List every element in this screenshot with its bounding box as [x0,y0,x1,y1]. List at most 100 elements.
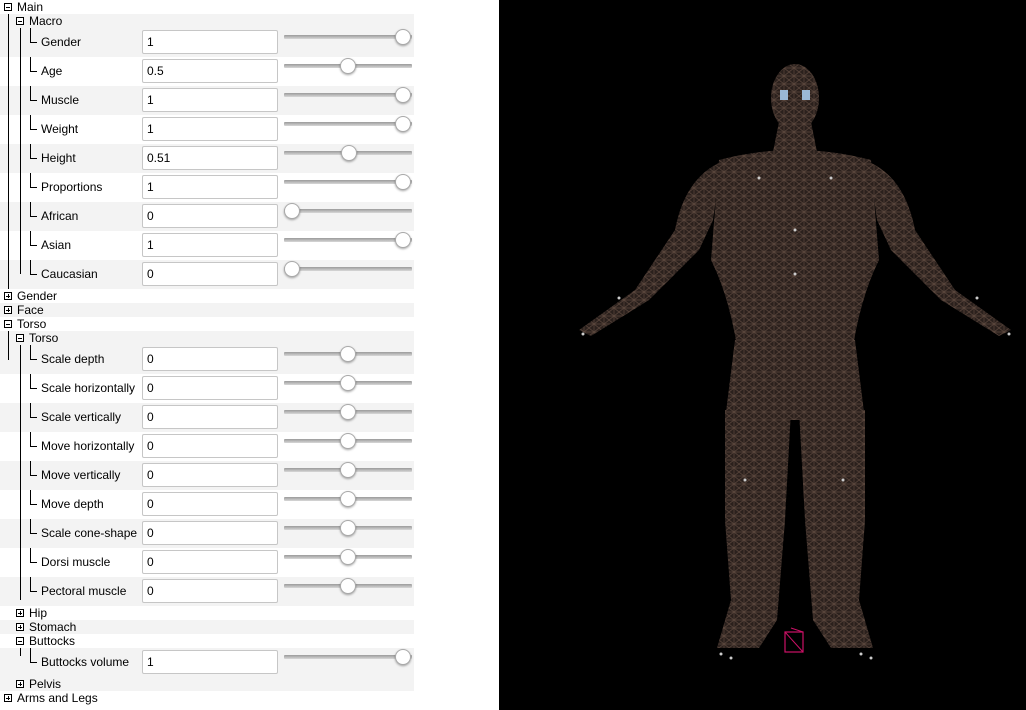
expand-icon[interactable] [4,694,12,702]
tree-node-label: Stomach [29,620,77,634]
tree-node-face[interactable]: Face [0,303,414,317]
tree-connector [30,345,37,360]
tree-node-label: Buttocks [29,634,76,648]
move-vertically-slider[interactable] [284,461,412,490]
collapse-icon[interactable] [16,637,24,645]
tree-node-torso[interactable]: Torso [0,331,414,345]
param-row-height: Height [0,144,414,173]
tree-node-label: Torso [29,331,59,345]
scale-horizontally-slider[interactable] [284,374,412,403]
slider-thumb[interactable] [284,261,300,277]
tree-node-macro[interactable]: Macro [0,14,414,28]
slider-track[interactable] [284,209,412,213]
slider-thumb[interactable] [395,87,411,103]
dorsi-muscle-value-input[interactable] [142,550,278,574]
asian-value-input[interactable] [142,233,278,257]
tree-node-hip[interactable]: Hip [0,606,414,620]
slider-thumb[interactable] [339,549,356,565]
expand-icon[interactable] [4,306,12,314]
asian-slider[interactable] [284,231,412,260]
slider-track[interactable] [284,180,412,184]
proportions-value-input[interactable] [142,175,278,199]
slider-thumb[interactable] [395,116,411,132]
3d-viewport[interactable] [499,0,1026,710]
caucasian-value-input[interactable] [142,262,278,286]
tree-connector [30,374,37,389]
age-value-input[interactable] [142,59,278,83]
tree-node-torso-group[interactable]: Torso [0,317,414,331]
expand-icon[interactable] [16,623,24,631]
slider-thumb[interactable] [339,520,356,536]
scale-vertically-slider[interactable] [284,403,412,432]
height-slider[interactable] [284,144,412,173]
tree-connector [30,519,37,534]
collapse-icon[interactable] [4,320,12,328]
slider-track[interactable] [284,35,412,39]
param-label: Dorsi muscle [41,555,111,569]
slider-track[interactable] [284,238,412,242]
param-label: Move depth [41,497,104,511]
slider-thumb[interactable] [395,174,411,190]
expand-icon[interactable] [16,609,24,617]
scale-cone-shape-slider[interactable] [284,519,412,548]
slider-thumb[interactable] [339,578,356,594]
muscle-value-input[interactable] [142,88,278,112]
expand-icon[interactable] [4,292,12,300]
gender-slider[interactable] [284,28,412,57]
scale-horizontally-value-input[interactable] [142,376,278,400]
move-depth-slider[interactable] [284,490,412,519]
african-value-input[interactable] [142,204,278,228]
weight-slider[interactable] [284,115,412,144]
slider-thumb[interactable] [340,145,357,161]
collapse-icon[interactable] [4,3,12,11]
move-vertically-value-input[interactable] [142,463,278,487]
tree-node-gender[interactable]: Gender [0,289,414,303]
collapse-icon[interactable] [16,17,24,25]
muscle-slider[interactable] [284,86,412,115]
scale-vertically-value-input[interactable] [142,405,278,429]
slider-track[interactable] [284,267,412,271]
slider-thumb[interactable] [284,203,300,219]
tree-node-pelvis[interactable]: Pelvis [0,677,414,691]
proportions-slider[interactable] [284,173,412,202]
african-slider[interactable] [284,202,412,231]
move-horizontally-value-input[interactable] [142,434,278,458]
tree-connector [30,202,37,217]
slider-track[interactable] [284,122,412,126]
pectoral-muscle-slider[interactable] [284,577,412,606]
buttocks-volume-value-input[interactable] [142,650,278,674]
slider-track[interactable] [284,655,412,659]
tree-node-main[interactable]: Main [0,0,414,14]
slider-thumb[interactable] [395,29,411,45]
slider-thumb[interactable] [339,404,356,420]
caucasian-slider[interactable] [284,260,412,289]
slider-thumb[interactable] [339,346,356,362]
slider-track[interactable] [284,93,412,97]
gender-value-input[interactable] [142,30,278,54]
slider-thumb[interactable] [339,491,356,507]
weight-value-input[interactable] [142,117,278,141]
expand-icon[interactable] [16,680,24,688]
pectoral-muscle-value-input[interactable] [142,579,278,603]
move-horizontally-slider[interactable] [284,432,412,461]
slider-thumb[interactable] [339,58,356,74]
param-label: Gender [41,35,82,49]
scale-depth-slider[interactable] [284,345,412,374]
tree-node-stomach[interactable]: Stomach [0,620,414,634]
buttocks-volume-slider[interactable] [284,648,412,677]
height-value-input[interactable] [142,146,278,170]
slider-thumb[interactable] [395,232,411,248]
slider-thumb[interactable] [395,649,411,665]
tree-node-buttocks[interactable]: Buttocks [0,634,414,648]
slider-thumb[interactable] [339,462,356,478]
scale-depth-value-input[interactable] [142,347,278,371]
tree-node-arms-legs[interactable]: Arms and Legs [0,691,414,705]
dorsi-muscle-slider[interactable] [284,548,412,577]
move-depth-value-input[interactable] [142,492,278,516]
scale-cone-shape-value-input[interactable] [142,521,278,545]
slider-thumb[interactable] [339,433,356,449]
age-slider[interactable] [284,57,412,86]
human-model-wireframe[interactable] [499,0,1026,710]
collapse-icon[interactable] [16,334,24,342]
slider-thumb[interactable] [339,375,356,391]
